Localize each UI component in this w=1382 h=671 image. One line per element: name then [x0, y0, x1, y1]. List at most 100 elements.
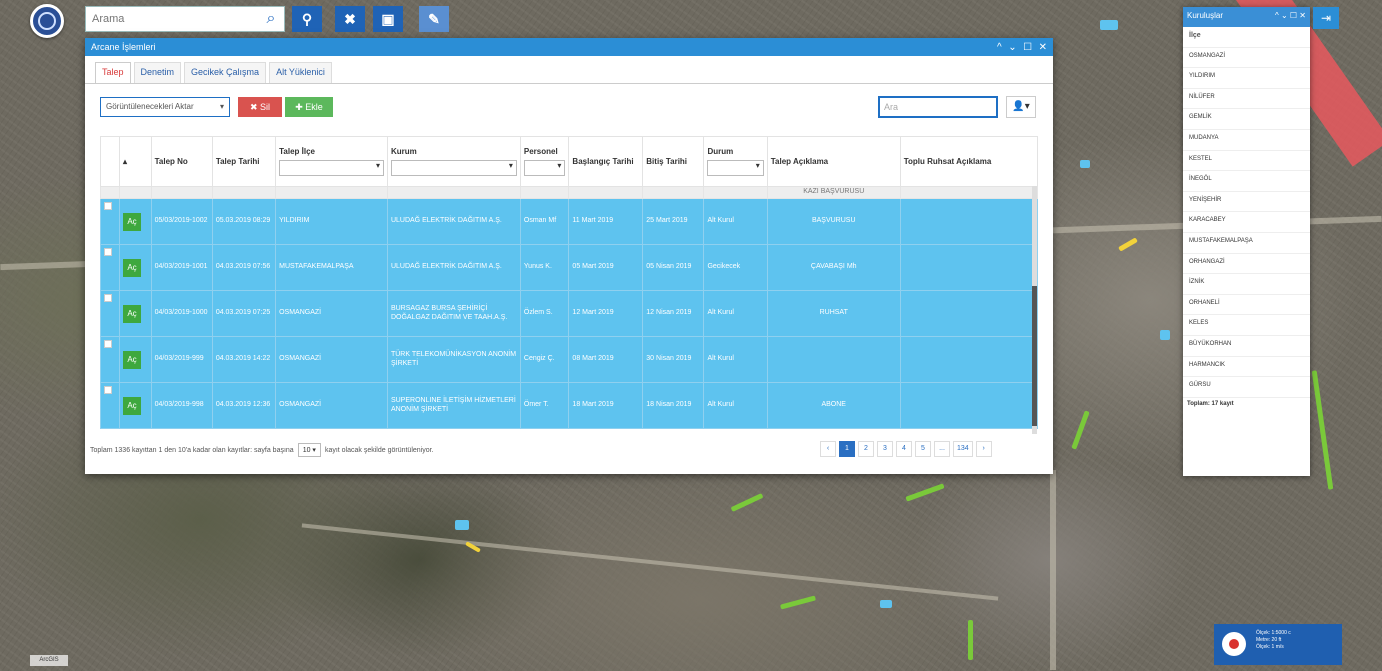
page-link[interactable]: ‹ [820, 441, 836, 457]
district-list-item[interactable]: BÜYÜKORHAN [1183, 336, 1310, 357]
per-page-select[interactable]: 10 ▾ [297, 443, 321, 457]
map-mark [779, 595, 817, 610]
close-icon[interactable]: ✕ [1039, 42, 1047, 53]
cell-person: Cengiz Ç. [519, 336, 570, 383]
tab-gecikek-calisma[interactable]: Gecikek Çalışma [184, 62, 267, 83]
draw-icon[interactable]: ✎ [419, 6, 449, 32]
column-header[interactable]: Bitiş Tarihi [642, 136, 705, 187]
column-header[interactable]: Talep Tarihi [211, 136, 277, 187]
column-filter-select[interactable]: ▾ [390, 160, 517, 176]
column-filter-select[interactable]: ▾ [523, 160, 566, 176]
minimize-icon[interactable]: ⌄ [1008, 42, 1016, 53]
page-link[interactable]: 4 [896, 441, 912, 457]
row-checkbox[interactable] [104, 386, 112, 394]
collapse-icon[interactable]: ^ [997, 42, 1002, 53]
user-menu-button[interactable]: 👤▾ [1006, 96, 1036, 118]
column-header[interactable]: Başlangıç Tarihi [568, 136, 644, 187]
page-link[interactable]: 5 [915, 441, 931, 457]
district-list-item[interactable]: MUSTAFAKEMALPAŞA [1183, 233, 1310, 254]
district-list-item[interactable]: İZNİK [1183, 274, 1310, 295]
column-header[interactable]: Talep Açıklama [766, 136, 901, 187]
district-list-item[interactable]: ORHANGAZİ [1183, 254, 1310, 275]
page-link[interactable]: ... [934, 441, 950, 457]
column-filter-select[interactable]: ▾ [279, 160, 384, 176]
district-list-item[interactable]: ORHANELİ [1183, 295, 1310, 316]
table-cell: KAZI BAŞVURUSU [766, 186, 901, 199]
district-panel-controls[interactable]: ^ ⌄ ☐ ✕ [1275, 11, 1306, 23]
map-mark [1311, 370, 1334, 490]
cell-desc: BAŞVURUSU [766, 198, 901, 245]
column-header[interactable]: Talep İlçe ▾ [275, 136, 388, 187]
district-list-item[interactable]: GEMLİK [1183, 109, 1310, 130]
district-list-item[interactable]: YILDIRIM [1183, 68, 1310, 89]
scrollbar-thumb[interactable] [1032, 286, 1037, 426]
table-search-input[interactable]: Ara [878, 96, 998, 118]
tools-icon[interactable]: ✖ [335, 6, 365, 32]
add-button[interactable]: ✚ Ekle [285, 97, 333, 117]
logo-icon[interactable] [30, 4, 64, 38]
column-header[interactable]: Toplu Ruhsat Açıklama [899, 136, 1039, 187]
map-search[interactable]: ⌕ [85, 6, 285, 32]
location-pin-icon[interactable]: ⚲ [292, 6, 322, 32]
delete-button[interactable]: ✖ Sil [238, 97, 282, 117]
page-link[interactable]: 134 [953, 441, 973, 457]
row-checkbox[interactable] [104, 248, 112, 256]
district-column-header[interactable]: İlçe [1183, 27, 1310, 48]
table-scrollbar[interactable] [1032, 186, 1037, 434]
district-list-item[interactable]: NİLÜFER [1183, 89, 1310, 110]
record-icon[interactable] [1222, 632, 1246, 656]
column-header[interactable]: Talep No [150, 136, 213, 187]
column-header-label: Talep İlçe [279, 147, 315, 156]
open-button[interactable]: Aç [122, 396, 141, 415]
page-link[interactable]: 3 [877, 441, 893, 457]
district-panel: Kuruluşlar ^ ⌄ ☐ ✕ İlçe OSMANGAZİ YILDIRI… [1183, 7, 1310, 476]
maximize-icon[interactable]: ☐ [1023, 42, 1032, 53]
cell-end: 05 Nisan 2019 [642, 244, 705, 291]
column-header-label: ▴ [122, 157, 127, 166]
district-list-item[interactable]: KARACABEY [1183, 212, 1310, 233]
table-row[interactable]: Aç 04/03/2019-999 04.03.2019 14:22 OSMANGAZ… [100, 336, 1039, 383]
open-button[interactable]: Aç [122, 212, 141, 231]
map-search-input[interactable] [86, 13, 258, 25]
table-row[interactable]: Aç 05/03/2019-1002 05.03.2019 08:29 YILDIRI… [100, 198, 1039, 245]
district-list-item[interactable]: MUDANYA [1183, 130, 1310, 151]
district-list-item[interactable]: İNEGÖL [1183, 171, 1310, 192]
page-link[interactable]: 1 [839, 441, 855, 457]
page-link[interactable]: 2 [858, 441, 874, 457]
table-row[interactable]: Aç 04/03/2019-1001 04.03.2019 07:56 MUSTAFA… [100, 244, 1039, 291]
district-list-item[interactable]: OSMANGAZİ [1183, 48, 1310, 69]
column-header[interactable] [100, 136, 120, 187]
tab-bar: Talep Denetim Gecikek Çalışma Alt Yüklen… [85, 56, 1053, 84]
column-header[interactable]: Personel ▾ [519, 136, 570, 187]
exit-icon[interactable]: ⇥ [1313, 7, 1339, 29]
table-row[interactable]: Aç 04/03/2019-1000 04.03.2019 07:25 OSMANGA… [100, 290, 1039, 337]
district-list-item[interactable]: KESTEL [1183, 151, 1310, 172]
export-select[interactable]: Görüntülenecekleri Aktar ▾ [100, 97, 230, 117]
open-button[interactable]: Aç [122, 350, 141, 369]
tab-denetim[interactable]: Denetim [133, 62, 182, 83]
cell-org: SUPERONLINE İLETİŞİM HİZMETLERİ ANONİM Ş… [386, 382, 521, 429]
column-header[interactable]: Kurum ▾ [386, 136, 521, 187]
cell-end: 25 Mart 2019 [642, 198, 705, 245]
table-cell [211, 186, 277, 199]
district-list-item[interactable]: HARMANCIK [1183, 357, 1310, 378]
page-link[interactable]: › [975, 441, 992, 457]
district-list: OSMANGAZİ YILDIRIM NİLÜFER GEMLİK MUDANYA KES… [1183, 48, 1310, 398]
district-list-item[interactable]: KELES [1183, 315, 1310, 336]
row-checkbox[interactable] [104, 340, 112, 348]
tab-talep[interactable]: Talep [95, 62, 131, 83]
column-header[interactable]: ▴ [118, 136, 152, 187]
document-icon[interactable]: ▣ [373, 6, 403, 32]
open-button[interactable]: Aç [122, 258, 141, 277]
table-footer: Toplam 1336 kayıttan 1 den 10'a kadar ol… [90, 443, 434, 457]
tab-alt-yuklenici[interactable]: Alt Yüklenici [269, 62, 332, 83]
table-row[interactable]: Aç 04/03/2019-998 04.03.2019 12:36 OSMANGAZ… [100, 382, 1039, 429]
column-filter-select[interactable]: ▾ [707, 160, 764, 176]
district-list-item[interactable]: GÜRSU [1183, 377, 1310, 398]
open-button[interactable]: Aç [122, 304, 141, 323]
column-header[interactable]: Durum ▾ [703, 136, 768, 187]
row-checkbox[interactable] [104, 202, 112, 210]
district-list-item[interactable]: YENİŞEHİR [1183, 192, 1310, 213]
search-icon[interactable]: ⌕ [258, 10, 284, 28]
row-checkbox[interactable] [104, 294, 112, 302]
